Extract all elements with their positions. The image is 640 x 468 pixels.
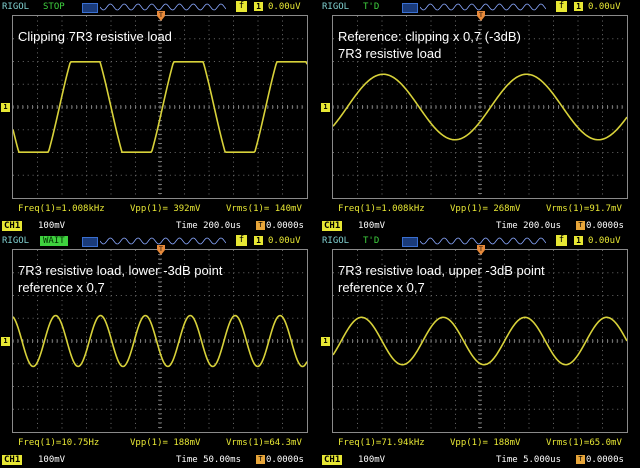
memory-indicator [402, 2, 548, 13]
svg-text:T: T [158, 12, 163, 19]
volts-per-div: 100mV [358, 221, 386, 231]
memory-indicator [82, 236, 228, 247]
acquire-state: T'D [363, 236, 380, 246]
trigger-channel-badge: 1 [574, 236, 583, 245]
trigger-delay: T 0.0000s [576, 453, 624, 467]
trigger-level: 0.00uV [588, 2, 621, 12]
acquire-state: STOP [43, 2, 65, 12]
channel-ground-marker-icon: 1 [321, 103, 330, 112]
svg-text:T: T [478, 12, 483, 19]
channel-ground-marker-icon: 1 [1, 103, 10, 112]
measure-frequency: Freq(1)=10.75Hz [18, 438, 100, 448]
panel-caption: Clipping 7R3 resistive load [18, 29, 172, 44]
memory-position-icon [402, 3, 418, 13]
memory-indicator [82, 2, 228, 13]
trigger-edge-icon: f [236, 235, 247, 246]
channel-label: CH1 [322, 221, 343, 231]
time-per-div: Time 50.00ms [176, 455, 242, 465]
memory-position-icon [82, 3, 98, 13]
channel-ground-marker-icon: 1 [1, 337, 10, 346]
trigger-channel-badge: 1 [254, 236, 263, 245]
memory-position-icon [402, 237, 418, 247]
trigger-level: 0.00uV [588, 236, 621, 246]
trigger-delay-icon: T [256, 455, 265, 464]
trigger-level: 0.00uV [268, 2, 301, 12]
memory-position-icon [82, 237, 98, 247]
trigger-channel-badge: 1 [574, 2, 583, 11]
trigger-position-icon: T [477, 11, 485, 21]
svg-text:T: T [478, 246, 483, 253]
bottom-bar: CH1 100mV Time 50.00ms T 0.0000s [0, 453, 320, 467]
measure-frequency: Freq(1)=1.008kHz [18, 204, 105, 214]
measure-vpp: Vpp(1)= 188mV [450, 438, 521, 448]
measure-vrms: Vrms(1)=64.3mV [226, 438, 302, 448]
channel-ground-marker-icon: 1 [321, 337, 330, 346]
trigger-level: 0.00uV [268, 236, 301, 246]
bottom-bar: CH1 100mV Time 200.0us T 0.0000s [0, 219, 320, 233]
channel-label: CH1 [322, 455, 343, 465]
svg-text:T: T [158, 246, 163, 253]
scope-panel: RIGOL STOP f 1 0.00uV T 1 Clipping 7R3 r… [0, 0, 320, 234]
scope-panel: RIGOL WAIT f 1 0.00uV T 1 7R3 resistive … [0, 234, 320, 468]
trigger-position-icon: T [157, 245, 165, 255]
trigger-delay-icon: T [576, 455, 585, 464]
time-per-div: Time 200.0us [176, 221, 242, 231]
time-per-div: Time 200.0us [496, 221, 562, 231]
channel-label: CH1 [2, 455, 23, 465]
measure-vpp: Vpp(1)= 392mV [130, 204, 201, 214]
trigger-delay-icon: T [576, 221, 585, 230]
panel-caption: 7R3 resistive load, upper -3dB point ref… [338, 263, 545, 295]
panel-caption: Reference: clipping x 0,7 (-3dB) 7R3 res… [338, 29, 521, 61]
measure-frequency: Freq(1)=71.94kHz [338, 438, 425, 448]
panel-caption: 7R3 resistive load, lower -3dB point ref… [18, 263, 223, 295]
trigger-edge-icon: f [236, 1, 247, 12]
volts-per-div: 100mV [38, 221, 66, 231]
memory-indicator [402, 236, 548, 247]
scope-panel: RIGOL T'D f 1 0.00uV T 1 Reference: clip… [320, 0, 640, 234]
acquire-state: WAIT [40, 236, 68, 246]
measure-vpp: Vpp(1)= 188mV [130, 438, 201, 448]
trigger-delay-value: 0.0000s [266, 221, 304, 231]
measure-frequency: Freq(1)=1.008kHz [338, 204, 425, 214]
volts-per-div: 100mV [358, 455, 386, 465]
channel-label: CH1 [2, 221, 23, 231]
measure-vpp: Vpp(1)= 268mV [450, 204, 521, 214]
trigger-position-icon: T [477, 245, 485, 255]
volts-per-div: 100mV [38, 455, 66, 465]
acquire-state: T'D [363, 2, 380, 12]
bottom-bar: CH1 100mV Time 5.000us T 0.0000s [320, 453, 640, 467]
trigger-edge-icon: f [556, 235, 567, 246]
brand-label: RIGOL [322, 2, 350, 12]
measure-vrms: Vrms(1)= 140mV [226, 204, 302, 214]
trigger-delay: T 0.0000s [256, 453, 304, 467]
trigger-delay-value: 0.0000s [266, 455, 304, 465]
trigger-channel-badge: 1 [254, 2, 263, 11]
measure-vrms: Vrms(1)=91.7mV [546, 204, 622, 214]
time-per-div: Time 5.000us [496, 455, 562, 465]
trigger-delay-value: 0.0000s [586, 221, 624, 231]
brand-label: RIGOL [2, 236, 30, 246]
trigger-delay: T 0.0000s [256, 219, 304, 233]
trigger-position-icon: T [157, 11, 165, 21]
bottom-bar: CH1 100mV Time 200.0us T 0.0000s [320, 219, 640, 233]
trigger-delay-value: 0.0000s [586, 455, 624, 465]
trigger-delay-icon: T [256, 221, 265, 230]
brand-label: RIGOL [322, 236, 350, 246]
scope-panel: RIGOL T'D f 1 0.00uV T 1 7R3 resistive l… [320, 234, 640, 468]
brand-label: RIGOL [2, 2, 30, 12]
trigger-delay: T 0.0000s [576, 219, 624, 233]
measure-vrms: Vrms(1)=65.0mV [546, 438, 622, 448]
trigger-edge-icon: f [556, 1, 567, 12]
